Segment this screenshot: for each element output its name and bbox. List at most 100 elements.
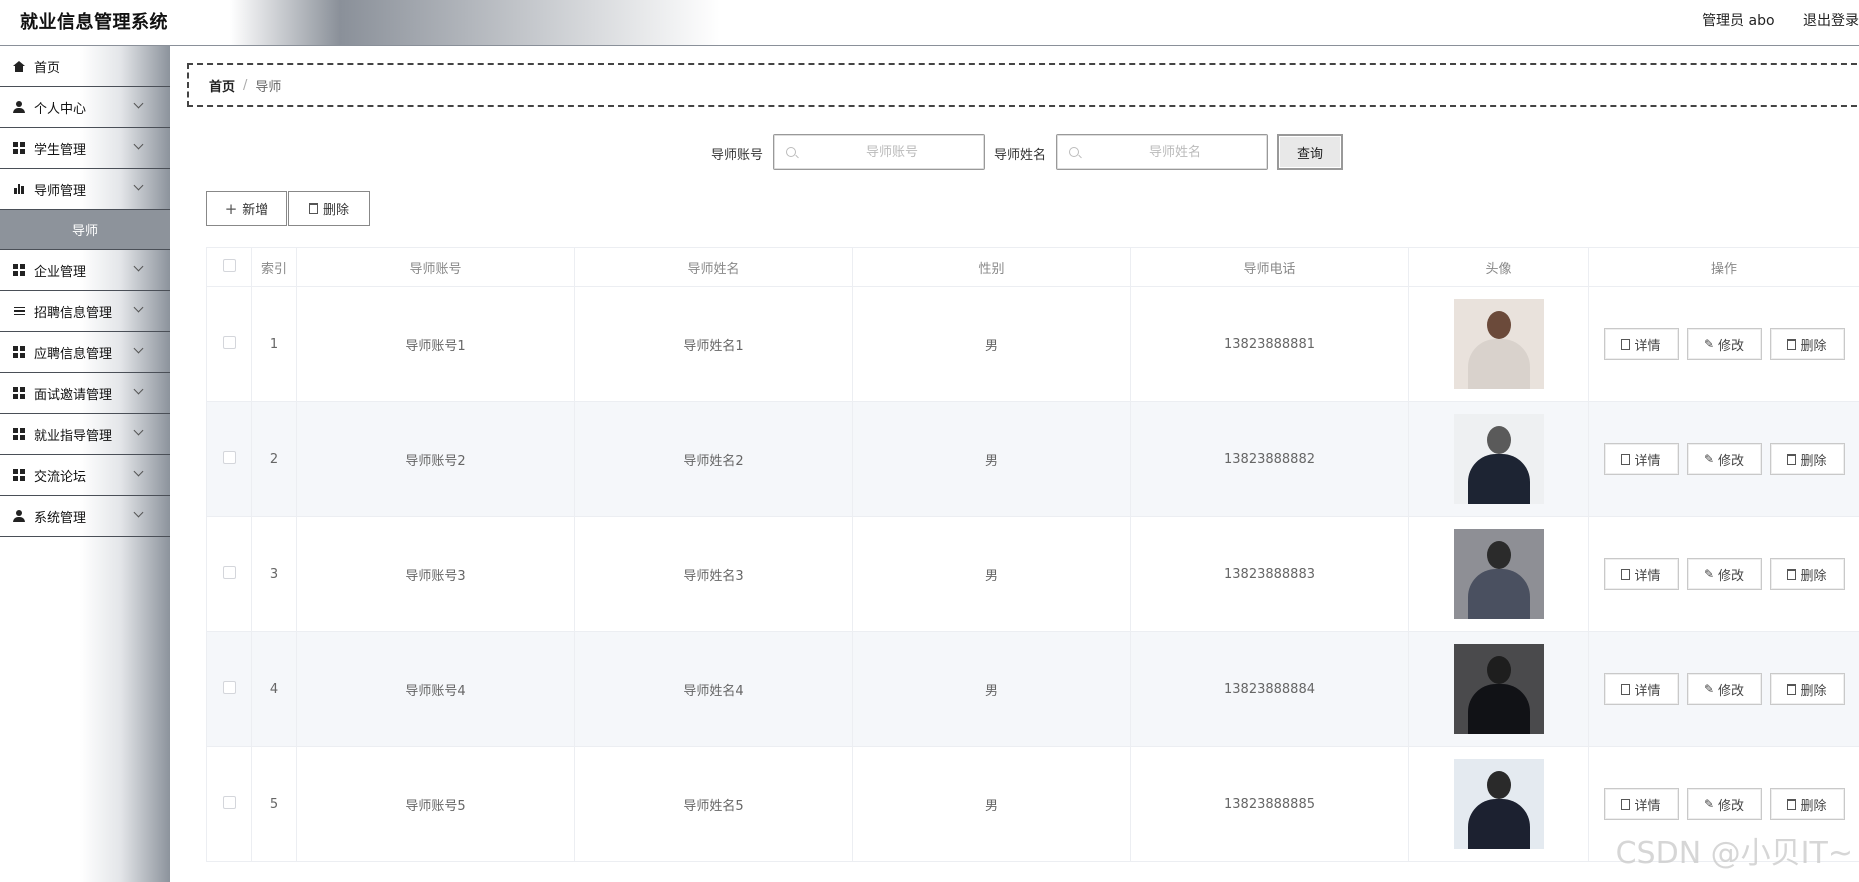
row-actions: 详情 ✎ 修改 删除 xyxy=(1589,673,1859,705)
sidebar-item-label: 系统管理 xyxy=(34,510,87,526)
search-icon xyxy=(1069,147,1079,157)
app-title: 就业信息管理系统 xyxy=(20,12,168,33)
sidebar-item-label: 面试邀请管理 xyxy=(34,387,113,403)
edit-button[interactable]: ✎ 修改 xyxy=(1686,558,1762,590)
account-cell: 导师账号5 xyxy=(296,746,575,862)
row-select-cell[interactable] xyxy=(206,746,252,862)
sidebar-item-interview-invitation[interactable]: 面试邀请管理 xyxy=(0,373,170,414)
row-delete-button[interactable]: 删除 xyxy=(1769,788,1845,820)
name-search-input[interactable] xyxy=(1085,135,1265,169)
row-delete-button[interactable]: 删除 xyxy=(1769,443,1845,475)
list-icon xyxy=(12,304,26,318)
delete-button[interactable]: 删除 xyxy=(288,191,370,226)
top-header: 就业信息管理系统 管理员 abo 退出登录 xyxy=(0,0,1859,46)
row-select-cell[interactable] xyxy=(206,401,252,517)
sidebar-item-application-info[interactable]: 应聘信息管理 xyxy=(0,332,170,373)
grid-icon xyxy=(12,468,26,482)
edit-button[interactable]: ✎ 修改 xyxy=(1686,788,1762,820)
sidebar-item-system-management[interactable]: 系统管理 xyxy=(0,496,170,537)
detail-button[interactable]: 详情 xyxy=(1603,673,1679,705)
detail-button-label: 详情 xyxy=(1634,683,1661,699)
edit-button[interactable]: ✎ 修改 xyxy=(1686,443,1762,475)
query-button[interactable]: 查询 xyxy=(1277,134,1343,170)
phone-cell: 13823888881 xyxy=(1130,286,1409,402)
breadcrumb-home[interactable]: 首页 xyxy=(209,76,235,95)
avatar[interactable] xyxy=(1453,414,1544,504)
sidebar-item-career-guidance[interactable]: 就业指导管理 xyxy=(0,414,170,455)
sidebar-item-forum[interactable]: 交流论坛 xyxy=(0,455,170,496)
row-delete-button[interactable]: 删除 xyxy=(1769,558,1845,590)
account-search-field[interactable] xyxy=(773,134,985,170)
row-delete-button[interactable]: 删除 xyxy=(1769,673,1845,705)
detail-button[interactable]: 详情 xyxy=(1603,788,1679,820)
gender-cell: 男 xyxy=(852,631,1131,747)
index-cell: 1 xyxy=(251,286,297,402)
account-cell: 导师账号1 xyxy=(296,286,575,402)
sidebar-item-recruitment-info[interactable]: 招聘信息管理 xyxy=(0,291,170,332)
row-delete-button-label: 删除 xyxy=(1800,338,1827,354)
row-checkbox[interactable] xyxy=(222,335,236,349)
breadcrumb-separator: / xyxy=(243,77,248,93)
column-header-gender: 性别 xyxy=(852,247,1131,287)
mentor-table: 索引 导师账号 导师姓名 性别 导师电话 头像 操作 1 导师账号1 导师姓名1… xyxy=(206,247,1859,862)
user-icon xyxy=(12,509,26,523)
row-select-cell[interactable] xyxy=(206,516,252,632)
trash-icon xyxy=(1787,568,1797,580)
row-select-cell[interactable] xyxy=(206,631,252,747)
add-button[interactable]: + 新增 xyxy=(206,191,287,226)
detail-button-label: 详情 xyxy=(1634,338,1661,354)
plus-icon: + xyxy=(224,199,238,218)
row-checkbox[interactable] xyxy=(222,565,236,579)
edit-button[interactable]: ✎ 修改 xyxy=(1686,328,1762,360)
select-all-header[interactable] xyxy=(206,247,252,287)
avatar-head xyxy=(1486,426,1511,454)
row-checkbox[interactable] xyxy=(222,680,236,694)
detail-button[interactable]: 详情 xyxy=(1603,443,1679,475)
select-all-checkbox[interactable] xyxy=(222,258,236,272)
account-search-input[interactable] xyxy=(802,135,982,169)
phone-cell: 13823888884 xyxy=(1130,631,1409,747)
avatar[interactable] xyxy=(1453,759,1544,849)
home-icon xyxy=(12,59,26,73)
row-actions: 详情 ✎ 修改 删除 xyxy=(1589,788,1859,820)
sidebar-item-personal-center[interactable]: 个人中心 xyxy=(0,87,170,128)
avatar-head xyxy=(1486,771,1511,799)
avatar[interactable] xyxy=(1453,644,1544,734)
current-user-label: 管理员 abo xyxy=(1702,13,1775,29)
avatar-cell xyxy=(1408,746,1589,862)
sidebar-item-company-management[interactable]: 企业管理 xyxy=(0,250,170,291)
sidebar-subitem-mentor[interactable]: 导师 xyxy=(0,210,170,250)
row-checkbox[interactable] xyxy=(222,450,236,464)
chevron-down-icon xyxy=(133,466,144,477)
avatar[interactable] xyxy=(1453,529,1544,619)
trash-icon xyxy=(1787,338,1797,350)
detail-button[interactable]: 详情 xyxy=(1603,328,1679,360)
actions-cell: 详情 ✎ 修改 删除 xyxy=(1588,516,1859,632)
name-search-field[interactable] xyxy=(1056,134,1268,170)
logout-link[interactable]: 退出登录 xyxy=(1803,13,1859,29)
header-user-area: 管理员 abo 退出登录 xyxy=(1678,10,1859,30)
account-cell: 导师账号2 xyxy=(296,401,575,517)
avatar-body xyxy=(1467,684,1530,734)
pencil-icon: ✎ xyxy=(1703,797,1715,811)
sidebar-item-label: 应聘信息管理 xyxy=(34,346,113,362)
row-checkbox[interactable] xyxy=(222,795,236,809)
edit-button[interactable]: ✎ 修改 xyxy=(1686,673,1762,705)
row-select-cell[interactable] xyxy=(206,286,252,402)
table-body: 1 导师账号1 导师姓名1 男 13823888881 详情 ✎ 修改 删除 2 … xyxy=(206,286,1859,862)
avatar[interactable] xyxy=(1453,299,1544,389)
sidebar-item-label: 交流论坛 xyxy=(34,469,87,485)
sidebar-item-label: 导师管理 xyxy=(34,183,87,199)
actions-cell: 详情 ✎ 修改 删除 xyxy=(1588,631,1859,747)
detail-button[interactable]: 详情 xyxy=(1603,558,1679,590)
avatar-cell xyxy=(1408,516,1589,632)
sidebar-item-home[interactable]: 首页 xyxy=(0,46,170,87)
gender-cell: 男 xyxy=(852,516,1131,632)
sidebar-item-label: 企业管理 xyxy=(34,264,87,280)
row-delete-button[interactable]: 删除 xyxy=(1769,328,1845,360)
column-header-avatar: 头像 xyxy=(1408,247,1589,287)
sidebar-item-mentor-management[interactable]: 导师管理 xyxy=(0,169,170,210)
sidebar-item-label: 个人中心 xyxy=(34,101,87,117)
pencil-icon: ✎ xyxy=(1703,337,1715,351)
name-search-label: 导师姓名 xyxy=(994,148,1047,163)
